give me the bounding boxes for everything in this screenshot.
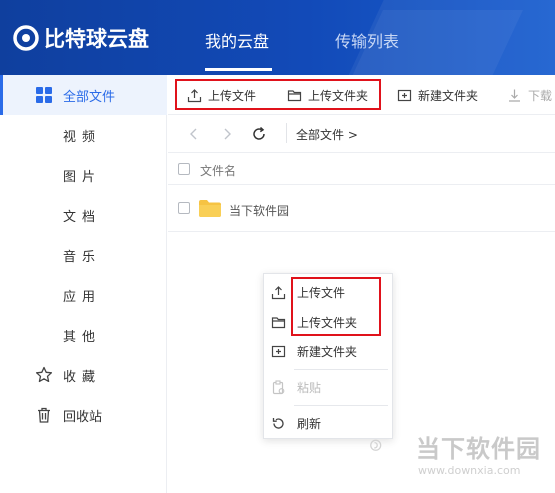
menu-item-new-folder[interactable]: 新建文件夹 <box>264 338 392 364</box>
trash-icon <box>38 407 50 423</box>
sidebar-item-other[interactable]: 其他 <box>0 315 167 355</box>
sidebar-item-label: 收藏 <box>63 369 102 385</box>
sidebar-item-favorites[interactable]: 收藏 <box>0 355 167 395</box>
highlight-box <box>175 79 381 110</box>
tab-transfer-list[interactable]: 传输列表 <box>335 28 399 52</box>
sidebar-item-music[interactable]: 音乐 <box>0 235 167 275</box>
menu-item-paste[interactable]: 粘贴 <box>264 374 392 400</box>
paste-icon <box>272 379 285 394</box>
sidebar: 全部文件 视频 图片 文档 音乐 应用 其他 收藏 回收站 <box>0 75 167 493</box>
new-folder-label: 新建文件夹 <box>418 89 479 103</box>
download-icon <box>509 89 520 102</box>
sidebar-item-label: 全部文件 <box>63 89 116 105</box>
row-checkbox[interactable] <box>178 202 190 214</box>
back-icon[interactable] <box>186 126 202 142</box>
new-folder-icon <box>397 89 412 102</box>
sidebar-item-video[interactable]: 视频 <box>0 115 167 155</box>
logo-text: 比特球云盘 <box>44 27 149 51</box>
sidebar-item-recycle-bin[interactable]: 回收站 <box>0 395 167 435</box>
menu-item-label: 刷新 <box>297 416 322 431</box>
menu-divider <box>294 369 388 370</box>
table-row[interactable] <box>168 186 555 232</box>
tab-my-cloud[interactable]: 我的云盘 <box>205 28 269 52</box>
new-folder-button[interactable]: 新建文件夹 <box>397 87 478 104</box>
watermark-logo <box>370 439 382 451</box>
folder-icon <box>199 200 221 217</box>
download-button[interactable]: 下载 <box>507 87 552 104</box>
breadcrumb[interactable]: 全部文件 > <box>296 126 358 143</box>
download-label: 下载 <box>528 89 553 103</box>
file-name[interactable]: 当下软件园 <box>229 202 289 219</box>
watermark-text: 当下软件园 <box>416 435 541 463</box>
refresh-icon[interactable] <box>251 126 267 142</box>
active-tab-indicator <box>205 68 272 71</box>
logo-icon <box>13 25 39 51</box>
sidebar-item-all-files[interactable]: 全部文件 <box>0 75 167 115</box>
refresh-icon <box>272 417 284 429</box>
sidebar-item-label: 图片 <box>63 169 102 185</box>
highlight-box <box>291 277 381 336</box>
folder-icon <box>271 316 286 328</box>
watermark-url: www.downxia.com <box>418 464 521 477</box>
upload-icon <box>271 285 286 299</box>
sidebar-item-apps[interactable]: 应用 <box>0 275 167 315</box>
column-header-name[interactable]: 文件名 <box>200 162 236 179</box>
sidebar-item-label: 文档 <box>63 209 102 225</box>
sidebar-item-label: 其他 <box>63 329 102 345</box>
sidebar-item-label: 视频 <box>63 129 102 145</box>
sidebar-item-images[interactable]: 图片 <box>0 155 167 195</box>
menu-divider <box>294 405 388 406</box>
sidebar-item-documents[interactable]: 文档 <box>0 195 167 235</box>
new-folder-icon <box>271 345 286 357</box>
grid-icon <box>36 87 52 103</box>
app-logo: 比特球云盘 <box>12 24 149 52</box>
sidebar-item-label: 音乐 <box>63 249 102 265</box>
menu-item-label: 粘贴 <box>297 380 322 395</box>
select-all-checkbox[interactable] <box>178 163 190 175</box>
menu-item-label: 新建文件夹 <box>297 344 358 359</box>
divider <box>286 123 287 143</box>
sidebar-item-label: 应用 <box>63 289 102 305</box>
forward-icon[interactable] <box>219 126 235 142</box>
star-icon <box>35 366 53 383</box>
sidebar-item-label: 回收站 <box>63 409 103 425</box>
